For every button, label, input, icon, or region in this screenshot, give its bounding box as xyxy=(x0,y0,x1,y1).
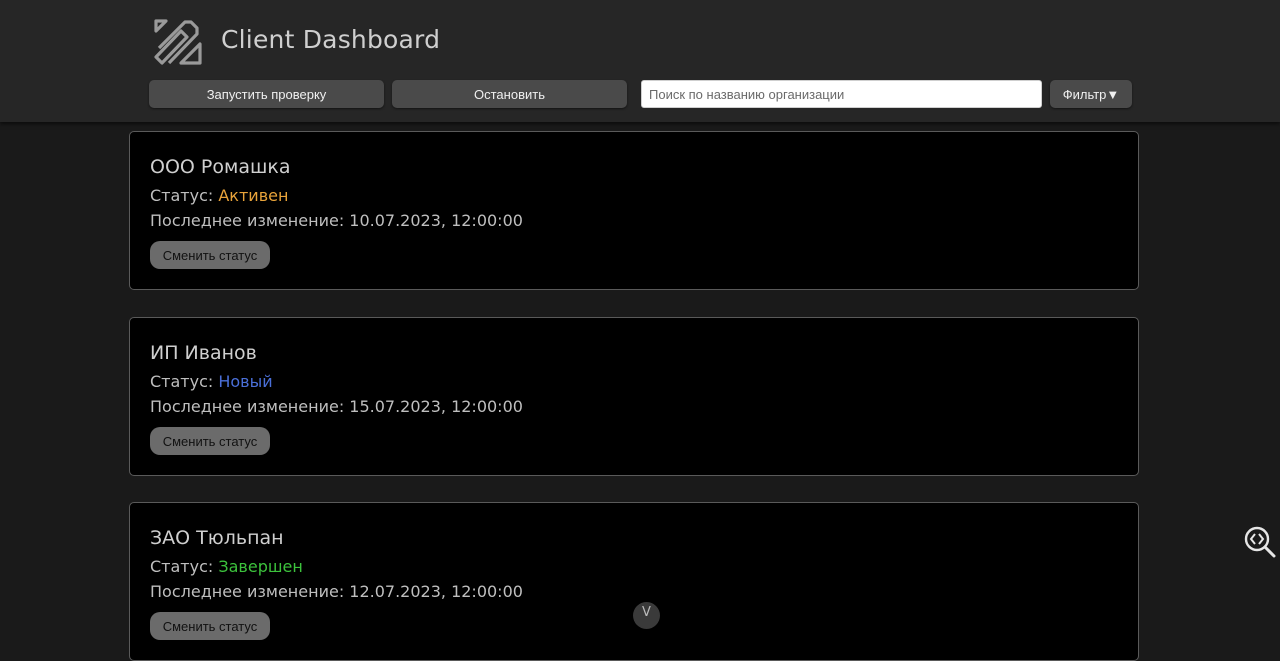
client-name: ИП Иванов xyxy=(150,342,257,364)
last-changed: Последнее изменение: 12.07.2023, 12:00:0… xyxy=(150,582,523,601)
last-changed: Последнее изменение: 15.07.2023, 12:00:0… xyxy=(150,397,523,416)
client-status-line: Статус: Завершен xyxy=(150,557,303,576)
status-value: Завершен xyxy=(218,557,303,576)
client-name: ЗАО Тюльпан xyxy=(150,527,284,549)
client-card: ЗАО Тюльпан Статус: Завершен Последнее и… xyxy=(129,502,1139,661)
stop-button[interactable]: Остановить xyxy=(392,80,627,108)
client-card: ООО Ромашка Статус: Активен Последнее из… xyxy=(129,131,1139,290)
chevron-down-icon[interactable]: V xyxy=(633,602,660,629)
filter-dropdown-button[interactable]: Фильтр▼ xyxy=(1050,80,1132,108)
app-title: Client Dashboard xyxy=(221,25,441,54)
paperclip-logo-icon xyxy=(154,19,202,65)
client-status-line: Статус: Новый xyxy=(150,372,273,391)
search-input[interactable] xyxy=(641,80,1042,108)
last-changed: Последнее изменение: 10.07.2023, 12:00:0… xyxy=(150,211,523,230)
code-search-icon[interactable] xyxy=(1244,526,1276,558)
status-label: Статус: xyxy=(150,186,219,205)
client-card: ИП Иванов Статус: Новый Последнее измене… xyxy=(129,317,1139,476)
status-label: Статус: xyxy=(150,557,219,576)
app-header: Client Dashboard Запустить проверку Оста… xyxy=(0,0,1280,122)
change-status-button[interactable]: Сменить статус xyxy=(150,612,270,640)
change-status-button[interactable]: Сменить статус xyxy=(150,427,270,455)
start-check-button[interactable]: Запустить проверку xyxy=(149,80,384,108)
client-name: ООО Ромашка xyxy=(150,156,291,178)
status-label: Статус: xyxy=(150,372,219,391)
change-status-button[interactable]: Сменить статус xyxy=(150,241,270,269)
status-value: Новый xyxy=(218,372,273,391)
client-status-line: Статус: Активен xyxy=(150,186,288,205)
status-value: Активен xyxy=(218,186,289,205)
